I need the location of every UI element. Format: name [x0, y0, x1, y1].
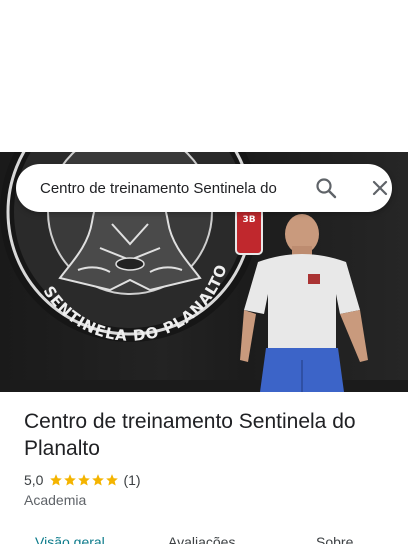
star-icon	[50, 474, 63, 486]
rating-value: 5,0	[24, 472, 44, 488]
person-figure	[240, 214, 368, 392]
tab-overview[interactable]: Visão geral	[35, 534, 105, 544]
search-icon[interactable]	[314, 176, 338, 200]
rating-row[interactable]: 5,0 (1)	[24, 472, 394, 488]
place-info: Centro de treinamento Sentinela do Plana…	[24, 392, 394, 508]
search-box[interactable]: Centro de treinamento Sentinela do	[16, 164, 392, 212]
star-icon	[106, 474, 119, 486]
tab-reviews[interactable]: Avaliações	[168, 534, 235, 544]
tab-about[interactable]: Sobre	[316, 534, 353, 544]
close-icon[interactable]	[368, 176, 392, 200]
star-icon	[78, 474, 91, 486]
place-title: Centro de treinamento Sentinela do Plana…	[24, 410, 356, 460]
empty-map-area	[0, 0, 408, 152]
search-input[interactable]: Centro de treinamento Sentinela do	[40, 180, 298, 197]
star-icon	[64, 474, 77, 486]
place-tabs: Visão geral Avaliações Sobre	[0, 526, 408, 544]
rating-stars	[49, 473, 119, 487]
place-category[interactable]: Academia	[24, 492, 394, 508]
star-icon	[92, 474, 105, 486]
review-count[interactable]: (1)	[123, 472, 140, 488]
